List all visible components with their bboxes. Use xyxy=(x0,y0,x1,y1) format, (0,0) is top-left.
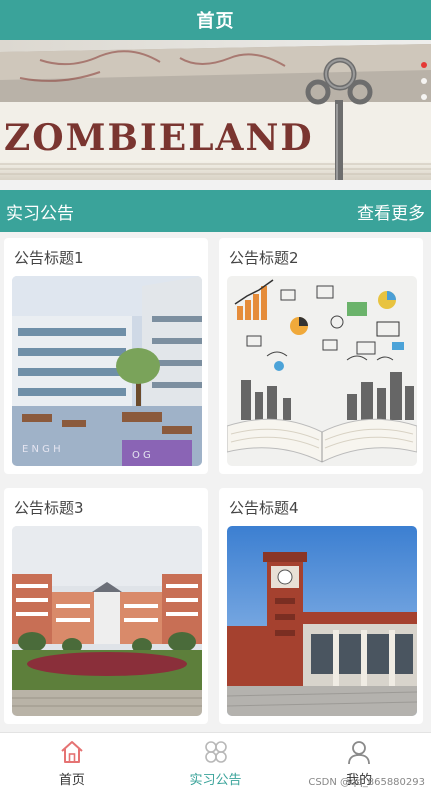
notice-image-clock-tower-building xyxy=(227,526,417,716)
notice-title: 公告标题2 xyxy=(229,249,299,267)
app-header: 首页 xyxy=(0,0,431,40)
notice-section-header: 实习公告 查看更多 xyxy=(0,190,431,232)
tab-home[interactable]: 首页 xyxy=(0,733,144,792)
notice-image-open-book-data xyxy=(227,276,417,466)
carousel-dot[interactable] xyxy=(421,78,427,84)
tab-notices[interactable]: 实习公告 xyxy=(144,733,288,792)
banner-book-text: ZOMBIELAND xyxy=(4,117,314,159)
grid-icon xyxy=(204,741,227,763)
notice-card-3[interactable]: 公告标题3 xyxy=(4,488,208,724)
notice-title: 公告标题4 xyxy=(229,499,299,517)
banner-carousel[interactable]: ZOMBIELAND xyxy=(0,40,431,180)
page-title: 首页 xyxy=(196,11,235,32)
carousel-dot[interactable] xyxy=(421,94,427,100)
svg-text:E N G H: E N G H xyxy=(22,444,61,455)
view-more-link[interactable]: 查看更多 xyxy=(357,199,425,224)
notice-card-1[interactable]: 公告标题1 E N G H O G xyxy=(4,238,208,474)
watermark: CSDN @qq_865880293 xyxy=(308,777,425,788)
notice-card-4[interactable]: 公告标题4 xyxy=(219,488,423,724)
banner-image: ZOMBIELAND xyxy=(0,40,431,180)
section-title: 实习公告 xyxy=(6,203,74,224)
tab-label: 首页 xyxy=(58,773,85,788)
svg-text:O G: O G xyxy=(132,450,151,461)
notice-image-campus-building-garden xyxy=(12,526,202,716)
notice-image-campus-courtyard: E N G HO G xyxy=(12,276,202,466)
user-icon xyxy=(348,741,371,765)
tab-label: 实习公告 xyxy=(189,773,242,788)
notice-title: 公告标题3 xyxy=(14,499,84,517)
carousel-indicators xyxy=(421,62,427,100)
notice-title: 公告标题1 xyxy=(14,249,84,267)
home-icon xyxy=(61,741,83,763)
notice-card-2[interactable]: 公告标题2 xyxy=(219,238,423,474)
carousel-dot-active[interactable] xyxy=(421,62,427,68)
